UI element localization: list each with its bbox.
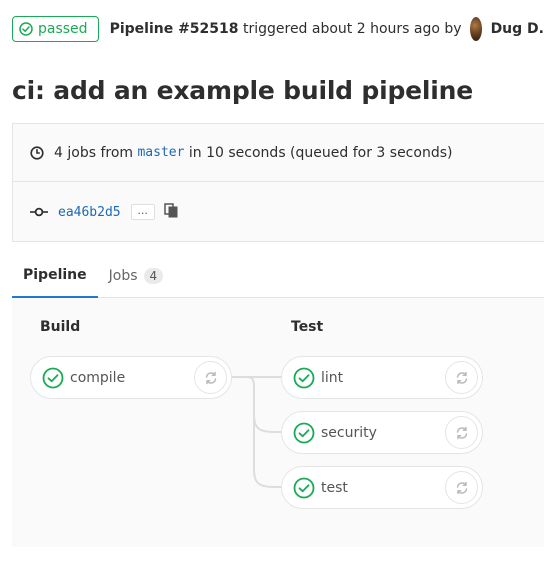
clock-icon <box>30 145 44 160</box>
pipeline-graph: Build Test compile lint security test <box>12 298 544 547</box>
triggered-text: triggered about 2 hours ago by <box>242 21 462 37</box>
status-label: passed <box>38 21 88 37</box>
job-test[interactable]: test <box>281 466 483 509</box>
stage-title-build: Build <box>40 319 81 335</box>
check-circle-icon <box>42 367 64 388</box>
job-name: lint <box>321 369 344 386</box>
commit-sha-link[interactable]: ea46b2d5 <box>58 205 121 220</box>
commit-icon <box>30 207 48 217</box>
tab-jobs[interactable]: Jobs 4 <box>98 253 175 298</box>
pipeline-summary: Pipeline #52518 triggered about 2 hours … <box>110 21 462 37</box>
check-circle-icon <box>293 477 315 498</box>
jobs-count-badge: 4 <box>143 267 164 284</box>
avatar[interactable] <box>469 17 482 41</box>
commit-message-toggle-button[interactable]: ... <box>130 204 155 220</box>
retry-icon[interactable] <box>445 361 478 394</box>
pipeline-header: passed Pipeline #52518 triggered about 2… <box>12 16 544 42</box>
duration-text: in 10 seconds (queued for 3 seconds) <box>188 144 453 161</box>
retry-icon[interactable] <box>445 471 478 504</box>
job-name: security <box>321 424 377 441</box>
check-circle-icon <box>293 422 315 443</box>
retry-icon[interactable] <box>445 416 478 449</box>
page-title: ci: add an example build pipeline <box>12 76 473 105</box>
job-compile[interactable]: compile <box>30 356 232 399</box>
copy-icon[interactable] <box>163 202 178 222</box>
check-circle-icon <box>293 367 315 388</box>
status-badge[interactable]: passed <box>12 16 99 42</box>
retry-icon[interactable] <box>194 361 227 394</box>
stage-title-test: Test <box>291 319 324 335</box>
jobs-count-text: 4 jobs from <box>54 144 134 161</box>
tab-pipeline-label: Pipeline <box>23 266 87 283</box>
pipeline-stats: 4 jobs from master in 10 seconds (queued… <box>13 124 544 182</box>
branch-link[interactable]: master <box>137 145 184 160</box>
author-name[interactable]: Dug D. <box>491 21 544 37</box>
tab-jobs-label: Jobs <box>108 267 138 284</box>
check-circle-icon <box>19 22 33 36</box>
job-lint[interactable]: lint <box>281 356 483 399</box>
pipeline-tabs: Pipeline Jobs 4 <box>12 253 544 298</box>
tab-pipeline[interactable]: Pipeline <box>12 253 98 298</box>
pipeline-info-box: 4 jobs from master in 10 seconds (queued… <box>12 123 544 242</box>
job-security[interactable]: security <box>281 411 483 454</box>
commit-row: ea46b2d5 ... <box>13 182 544 242</box>
pipeline-id: Pipeline #52518 <box>109 21 239 37</box>
job-name: compile <box>70 369 126 386</box>
job-name: test <box>321 479 348 496</box>
